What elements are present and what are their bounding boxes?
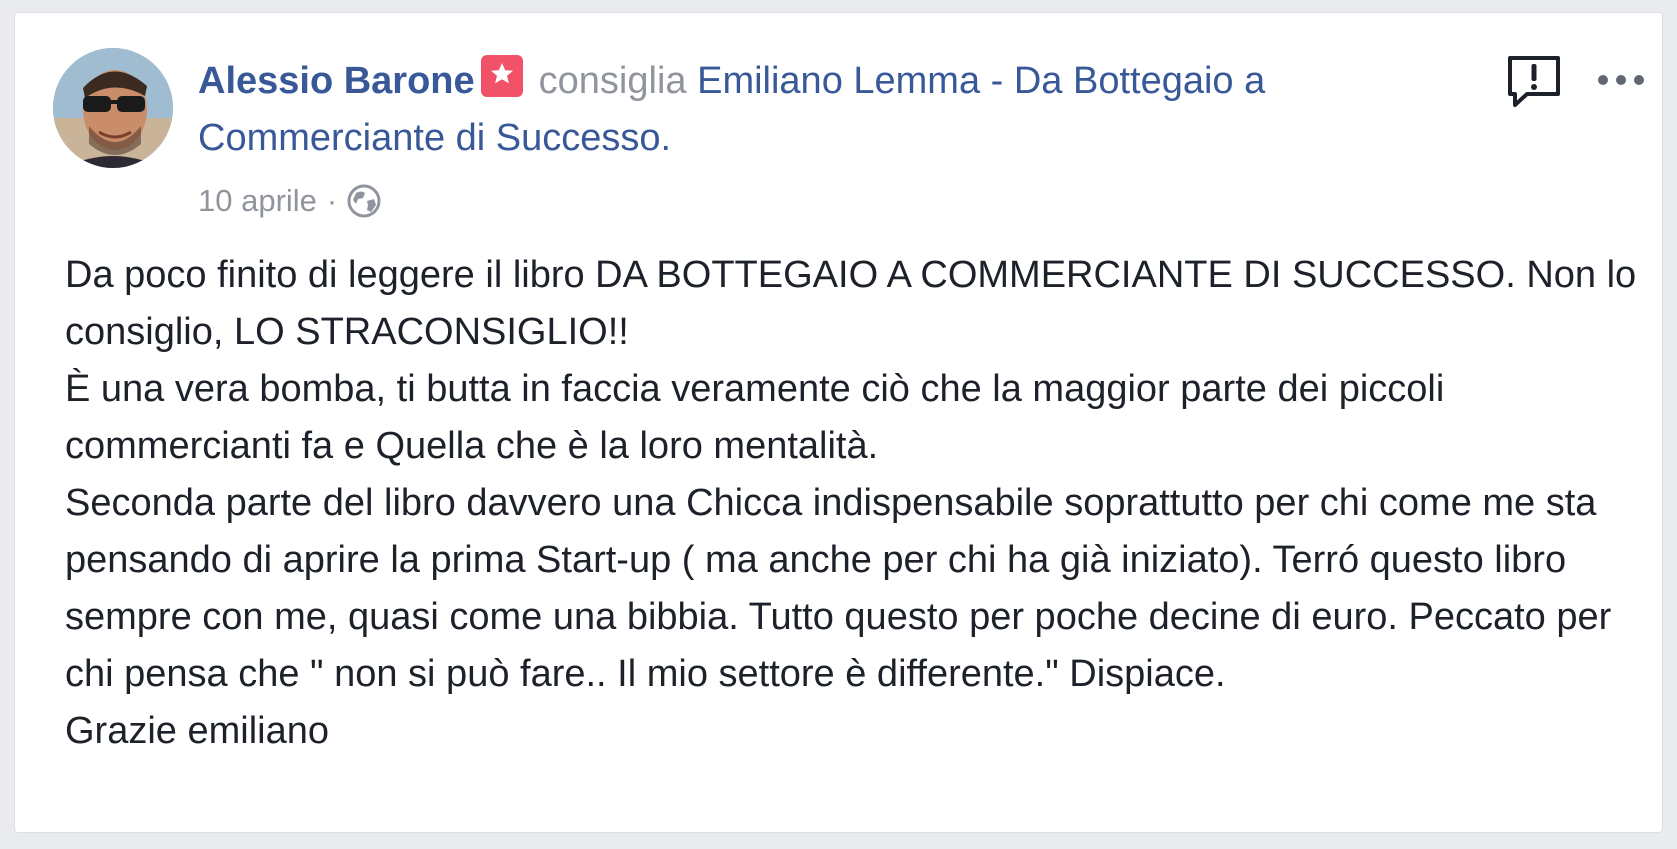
post-date[interactable]: 10 aprile (198, 181, 317, 221)
more-options-icon[interactable] (1593, 65, 1649, 95)
meta-separator: · (326, 183, 338, 218)
post-paragraph: Seconda parte del libro davvero una Chic… (65, 482, 1612, 695)
post-paragraph: Grazie emiliano (65, 710, 329, 752)
post-body: Da poco finito di leggere il libro DA BO… (65, 247, 1645, 760)
action-text: consiglia (538, 60, 687, 102)
report-icon[interactable] (1505, 53, 1563, 111)
post-paragraph: È una vera bomba, ti butta in faccia ver… (65, 368, 1445, 467)
post-card: Alessio Barone consiglia Emiliano Lemma -… (14, 12, 1663, 833)
avatar[interactable] (53, 48, 173, 168)
post-meta: 10 aprile · (198, 181, 381, 221)
globe-icon[interactable] (347, 184, 381, 218)
star-icon (480, 55, 523, 97)
author-name[interactable]: Alessio Barone (198, 60, 475, 102)
post-paragraph: Da poco finito di leggere il libro DA BO… (65, 254, 1637, 353)
post-header: Alessio Barone consiglia Emiliano Lemma -… (198, 53, 1448, 167)
